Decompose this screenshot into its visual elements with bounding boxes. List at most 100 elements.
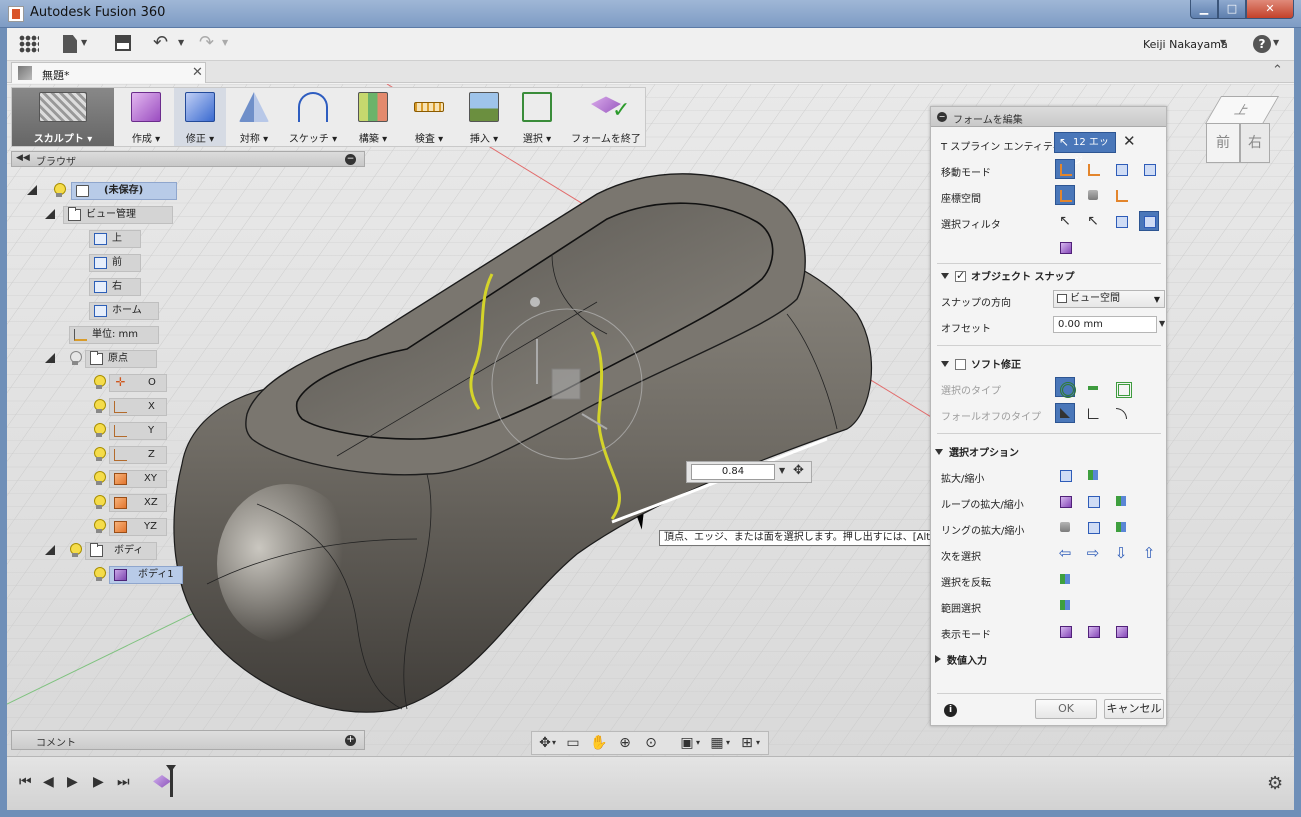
move-mode-scale-icon[interactable]: [1139, 159, 1159, 179]
falloff-linear-icon[interactable]: [1055, 403, 1075, 423]
loop-select-icon[interactable]: [1055, 491, 1075, 511]
window-minimize-button[interactable]: ▁: [1190, 0, 1218, 19]
expand-triangle-icon[interactable]: [27, 185, 37, 195]
browser-collapse-icon[interactable]: ◀◀: [16, 153, 30, 163]
viewcube-right-face[interactable]: 右: [1240, 123, 1270, 163]
manipulator-handle[interactable]: [530, 297, 540, 307]
filter-body-icon[interactable]: [1055, 237, 1075, 257]
zoom-icon[interactable]: ⊕: [616, 735, 634, 751]
comment-add-icon[interactable]: +: [345, 735, 356, 746]
display-settings-caret[interactable]: ▾: [694, 735, 702, 751]
offset-input[interactable]: 0.00 mm: [1053, 316, 1157, 333]
tabbar-collapse-icon[interactable]: ⌃: [1272, 63, 1283, 78]
viewcube-top-face[interactable]: 上: [1204, 96, 1280, 124]
move-handle-icon[interactable]: ✥: [793, 463, 804, 478]
filter-vertex-icon[interactable]: ↖: [1055, 211, 1075, 231]
ring-shrink-icon[interactable]: [1111, 517, 1131, 537]
tree-item-y-axis[interactable]: Y: [109, 422, 167, 440]
tree-item-view-right[interactable]: 右: [89, 278, 141, 296]
coord-world-icon[interactable]: [1055, 185, 1075, 205]
visibility-bulb-icon[interactable]: [93, 375, 106, 390]
visibility-bulb-icon[interactable]: [93, 519, 106, 534]
visibility-bulb-icon[interactable]: [93, 495, 106, 510]
tree-item-view-top[interactable]: 上: [89, 230, 141, 248]
soft-modify-section[interactable]: ソフト修正: [941, 356, 1021, 371]
filter-all-icon[interactable]: [1139, 211, 1159, 231]
selection-type-box-icon[interactable]: [1111, 377, 1132, 398]
visibility-bulb-icon[interactable]: [53, 183, 66, 198]
create-menu-button[interactable]: 作成 ▾: [118, 88, 174, 146]
file-menu-caret[interactable]: ▼: [81, 38, 87, 47]
browser-minimize-icon[interactable]: −: [345, 154, 356, 165]
display-box-icon[interactable]: [1055, 621, 1075, 641]
tree-item-xz-plane[interactable]: XZ: [109, 494, 167, 512]
coord-view-icon[interactable]: [1083, 185, 1103, 205]
grid-settings-caret[interactable]: ▾: [724, 735, 732, 751]
viewports-caret[interactable]: ▾: [754, 735, 762, 751]
pan-icon[interactable]: ✋: [590, 735, 608, 751]
visibility-bulb-icon[interactable]: [93, 423, 106, 438]
save-icon[interactable]: [115, 35, 131, 51]
select-next-down-icon[interactable]: ⇩: [1111, 543, 1131, 563]
visibility-bulb-icon[interactable]: [93, 447, 106, 462]
grow-icon[interactable]: [1055, 465, 1075, 485]
object-snap-section[interactable]: オブジェクト スナップ: [941, 268, 1074, 283]
shrink-icon[interactable]: [1083, 465, 1103, 485]
viewcube[interactable]: 上 前 右: [1204, 96, 1280, 176]
ring-grow-icon[interactable]: [1083, 517, 1103, 537]
tree-item-z-axis[interactable]: Z: [109, 446, 167, 464]
expand-triangle-icon[interactable]: [45, 545, 55, 555]
timeline-last-icon[interactable]: ⏭: [117, 774, 130, 790]
timeline-play-icon[interactable]: ▶: [67, 774, 78, 790]
loop-grow-icon[interactable]: [1083, 491, 1103, 511]
expand-triangle-icon[interactable]: [45, 209, 55, 219]
document-tab-close-icon[interactable]: ✕: [192, 65, 203, 80]
timeline-marker[interactable]: [166, 765, 176, 797]
tree-item-x-axis[interactable]: X: [109, 398, 167, 416]
viewcube-front-face[interactable]: 前: [1206, 123, 1240, 163]
distance-dropdown-caret[interactable]: ▼: [779, 466, 785, 475]
snap-direction-dropdown[interactable]: ビュー空間 ▼: [1053, 290, 1165, 308]
falloff-smooth-icon[interactable]: [1083, 403, 1103, 423]
section-expand-icon[interactable]: [941, 273, 949, 279]
tree-item-view-home[interactable]: ホーム: [89, 302, 159, 320]
window-maximize-button[interactable]: □: [1218, 0, 1246, 19]
filter-face-icon[interactable]: [1111, 211, 1131, 231]
ring-select-icon[interactable]: [1055, 517, 1075, 537]
tree-item-root[interactable]: (未保存): [71, 182, 177, 200]
redo-caret[interactable]: ▼: [222, 38, 228, 47]
redo-icon[interactable]: ↷: [199, 32, 219, 53]
loop-shrink-icon[interactable]: [1111, 491, 1131, 511]
tree-item-view-front[interactable]: 前: [89, 254, 141, 272]
filter-edge-icon[interactable]: ↖: [1083, 211, 1103, 231]
expand-triangle-icon[interactable]: [45, 353, 55, 363]
user-name[interactable]: Keiji Nakayama: [1143, 38, 1228, 51]
file-icon[interactable]: [63, 35, 77, 53]
modify-menu-button[interactable]: 修正 ▾: [174, 88, 226, 146]
edit-form-header[interactable]: − フォームを編集: [931, 107, 1166, 127]
insert-menu-button[interactable]: 挿入 ▾: [458, 88, 510, 146]
user-menu-caret[interactable]: ▼: [1220, 38, 1226, 47]
range-selection-icon[interactable]: [1055, 595, 1075, 615]
cancel-button[interactable]: キャンセル: [1104, 699, 1164, 719]
visibility-bulb-icon[interactable]: [93, 399, 106, 414]
offset-dropdown-caret[interactable]: ▼: [1159, 319, 1165, 328]
browser-panel-header[interactable]: ◀◀ ブラウザ −: [11, 151, 365, 168]
tree-item-named-views[interactable]: ビュー管理: [63, 206, 173, 224]
tree-item-yz-plane[interactable]: YZ: [109, 518, 167, 536]
comment-panel-header[interactable]: コメント +: [11, 730, 365, 750]
manipulator-cube[interactable]: [551, 368, 581, 400]
timeline-form-feature-icon[interactable]: [153, 775, 171, 788]
display-control-frame-icon[interactable]: [1083, 621, 1103, 641]
select-next-right-icon[interactable]: ⇨: [1083, 543, 1103, 563]
info-icon[interactable]: i: [944, 704, 957, 717]
ok-button[interactable]: OK: [1035, 699, 1097, 719]
visibility-bulb-icon[interactable]: [93, 567, 106, 582]
help-menu-caret[interactable]: ▼: [1273, 38, 1279, 47]
tree-item-body1[interactable]: ボディ1: [109, 566, 183, 584]
falloff-round-icon[interactable]: [1111, 403, 1131, 423]
section-collapsed-icon[interactable]: [935, 655, 941, 663]
move-mode-rotate-icon[interactable]: [1111, 159, 1131, 179]
select-next-left-icon[interactable]: ⇦: [1055, 543, 1075, 563]
selection-type-linear-icon[interactable]: [1083, 377, 1103, 397]
